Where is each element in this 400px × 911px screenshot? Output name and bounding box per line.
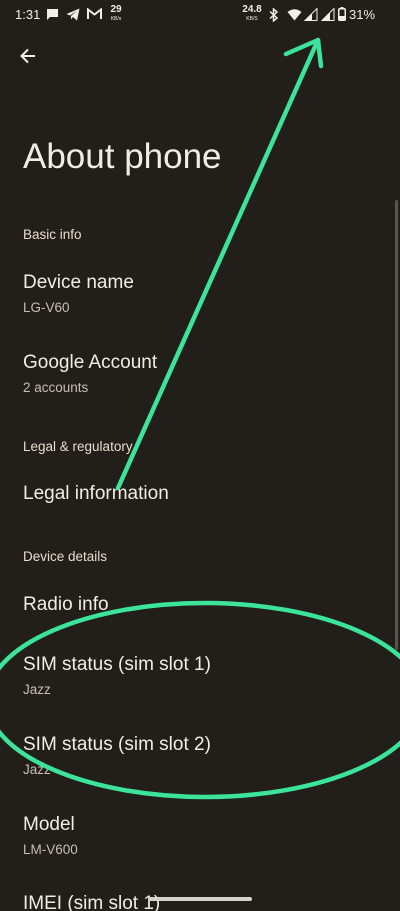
model-title: Model [23,814,75,835]
imei-slot-1-title: IMEI (sim slot 1) [23,893,161,911]
section-header-legal: Legal & regulatory [23,439,133,454]
sim-status-slot-1-title: SIM status (sim slot 1) [23,654,211,675]
scrollbar[interactable] [395,200,398,650]
google-account-item[interactable]: Google Account 2 accounts [0,352,396,422]
battery-percentage: 31% [349,7,376,22]
bluetooth-icon [269,8,279,22]
model-item[interactable]: Model LM-V600 [0,814,396,884]
telegram-icon [66,8,80,21]
status-time: 1:31 [15,7,41,22]
page-title: About phone [23,137,222,176]
message-icon [47,9,58,20]
radio-info-item[interactable]: Radio info [0,594,396,644]
back-button[interactable] [12,40,44,72]
status-bar: 1:31 29 KB/s 24.8 KB/S 31% [0,0,400,30]
annotation-arrow-head [283,37,324,69]
imei-slot-1-item[interactable]: IMEI (sim slot 1) [0,893,396,911]
section-header-basic-info: Basic info [23,227,82,242]
network-speed-left: 29 KB/s [110,4,122,23]
legal-information-title: Legal information [23,483,169,504]
device-name-item[interactable]: Device name LG-V60 [0,272,396,342]
sim-status-slot-2-item[interactable]: SIM status (sim slot 2) Jazz [0,734,396,804]
sim-status-slot-1-item[interactable]: SIM status (sim slot 1) Jazz [0,654,396,724]
device-name-title: Device name [23,272,134,293]
google-account-summary: 2 accounts [23,380,89,395]
model-summary: LM-V600 [23,842,78,857]
sim-status-slot-2-title: SIM status (sim slot 2) [23,734,211,755]
arrow-back-icon [20,48,35,64]
radio-info-title: Radio info [23,594,109,615]
legal-information-item[interactable]: Legal information [0,483,396,533]
about-phone-screen: 1:31 29 KB/s 24.8 KB/S 31% About phone B… [0,0,400,911]
network-speed-right: 24.8 KB/S [242,4,262,23]
wifi-icon [287,9,302,21]
signal-icon [304,8,318,21]
gesture-navigation-bar[interactable] [148,897,252,901]
section-header-device-details: Device details [23,549,108,564]
device-name-summary: LG-V60 [23,300,70,315]
google-account-title: Google Account [23,352,158,373]
gmail-icon [87,8,102,19]
battery-icon [338,7,346,21]
sim-status-slot-2-summary: Jazz [23,762,51,777]
signal-icon [321,8,335,21]
sim-status-slot-1-summary: Jazz [23,682,51,697]
